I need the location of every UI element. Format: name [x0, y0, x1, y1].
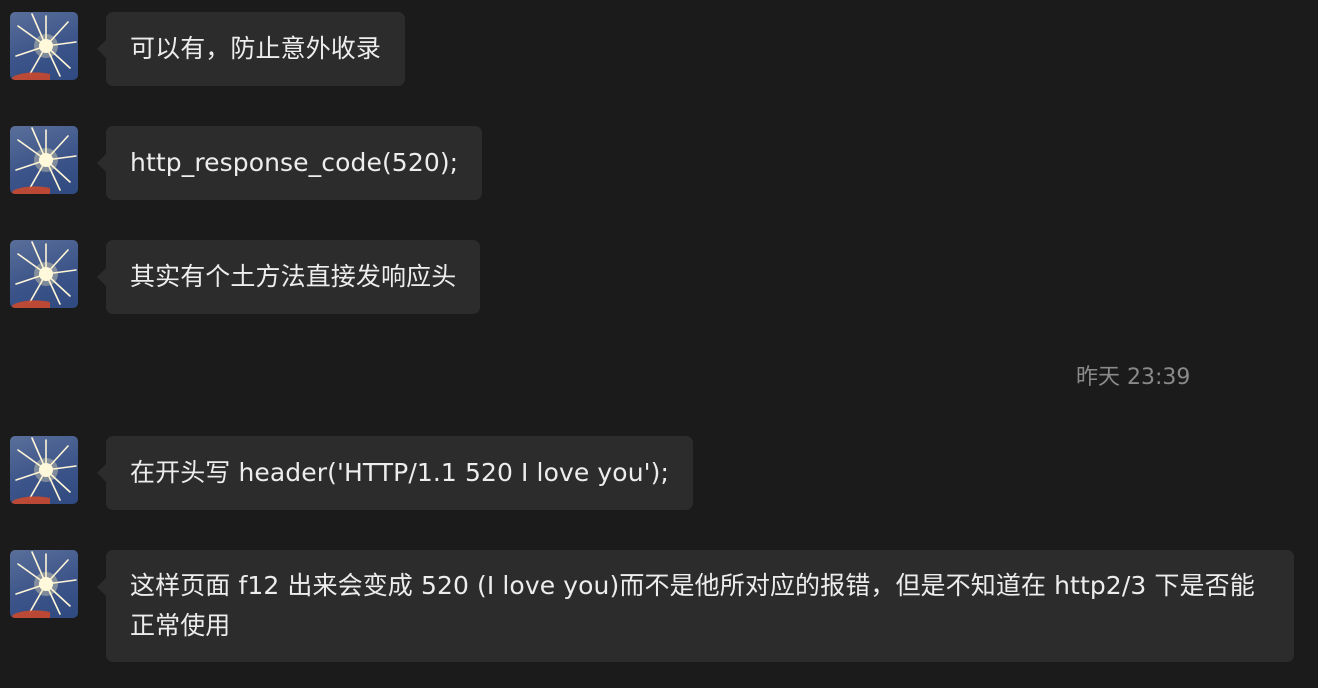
avatar[interactable]	[10, 12, 78, 80]
sparkler-icon	[10, 437, 77, 504]
message-bubble[interactable]: 其实有个土方法直接发响应头	[96, 240, 481, 314]
message-text: 在开头写 header('HTTP/1.1 520 I love you');	[130, 458, 669, 487]
avatar[interactable]	[10, 550, 78, 618]
message-row: http_response_code(520);	[10, 126, 483, 200]
chat-view: 可以有，防止意外收录 http_response_code(520); 其实有个…	[0, 0, 1318, 688]
avatar[interactable]	[10, 240, 78, 308]
message-row: 在开头写 header('HTTP/1.1 520 I love you');	[10, 436, 693, 510]
message-bubble[interactable]: 在开头写 header('HTTP/1.1 520 I love you');	[97, 436, 693, 510]
sparkler-icon	[10, 241, 77, 308]
timestamp: 昨天 23:39	[1076, 365, 1191, 390]
sparkler-icon	[10, 551, 77, 618]
sparkler-icon	[10, 127, 77, 194]
message-text: http_response_code(520);	[130, 148, 459, 177]
avatar[interactable]	[10, 126, 78, 194]
message-bubble[interactable]: http_response_code(520);	[96, 126, 483, 200]
message-row: 这样页面 f12 出来会变成 520 (I love you)而不是他所对应的报…	[10, 550, 1294, 662]
avatar[interactable]	[10, 436, 78, 504]
message-bubble[interactable]: 可以有，防止意外收录	[96, 12, 406, 86]
message-text: 其实有个土方法直接发响应头	[130, 262, 457, 291]
message-row: 其实有个土方法直接发响应头	[10, 240, 481, 314]
sparkler-icon	[10, 13, 77, 80]
message-row: 可以有，防止意外收录	[10, 12, 406, 86]
message-text: 这样页面 f12 出来会变成 520 (I love you)而不是他所对应的报…	[130, 571, 1255, 640]
message-text: 可以有，防止意外收录	[130, 34, 382, 63]
message-bubble[interactable]: 这样页面 f12 出来会变成 520 (I love you)而不是他所对应的报…	[97, 550, 1294, 662]
